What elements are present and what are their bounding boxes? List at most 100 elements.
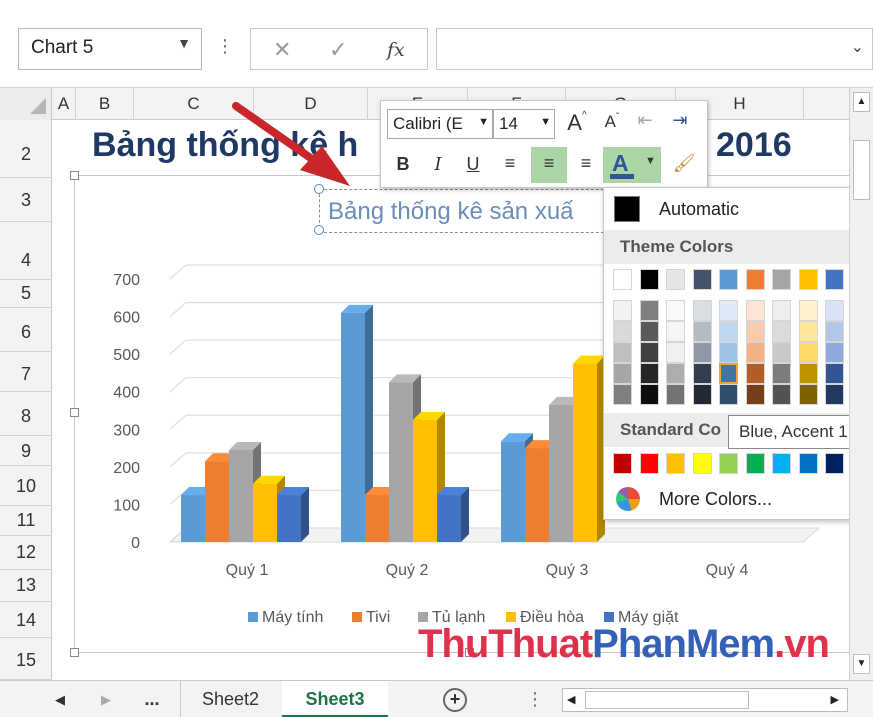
decrease-indent-icon[interactable]: ⇤ — [631, 110, 659, 140]
title-resize-handle[interactable] — [314, 225, 324, 235]
theme-shade-swatch[interactable] — [719, 300, 738, 321]
theme-shade-swatch[interactable] — [639, 300, 659, 321]
theme-shade-swatch[interactable] — [639, 363, 659, 384]
chevron-down-icon[interactable]: ▼ — [177, 35, 191, 51]
theme-shade-swatch[interactable] — [798, 342, 818, 363]
theme-shade-swatch[interactable] — [745, 321, 765, 342]
align-center-icon[interactable]: ≡ — [531, 147, 567, 183]
automatic-color-option[interactable]: Automatic — [659, 199, 739, 220]
theme-color-swatch[interactable] — [798, 269, 818, 290]
underline-button[interactable]: U — [459, 151, 487, 181]
sheet-title[interactable]: Bảng thống kê h — [92, 126, 358, 165]
theme-shade-swatch[interactable] — [745, 300, 765, 321]
format-painter-icon[interactable]: 🖌 — [669, 151, 699, 181]
theme-color-swatch[interactable] — [666, 269, 685, 290]
name-box[interactable]: Chart 5 ▼ — [18, 28, 202, 70]
more-sheets-button[interactable]: ... — [134, 681, 170, 717]
theme-shade-swatch[interactable] — [719, 384, 738, 405]
cancel-icon[interactable]: ✕ — [273, 37, 291, 63]
theme-color-swatch[interactable] — [613, 269, 632, 290]
theme-shade-swatch[interactable] — [666, 342, 685, 363]
column-header-c[interactable]: C — [134, 88, 254, 120]
theme-shade-swatch[interactable] — [613, 342, 632, 363]
row-header-3[interactable]: 3 — [0, 178, 52, 222]
theme-shade-swatch[interactable] — [639, 342, 659, 363]
standard-color-swatch[interactable] — [719, 453, 738, 474]
horizontal-scroll-thumb[interactable] — [585, 691, 749, 709]
row-header-7[interactable]: 7 — [0, 352, 52, 392]
scroll-left-icon[interactable]: ◀ — [567, 693, 575, 706]
scroll-up-button[interactable]: ▲ — [853, 92, 870, 112]
increase-indent-icon[interactable]: ⇥ — [665, 110, 695, 140]
standard-color-swatch[interactable] — [772, 453, 791, 474]
scroll-left-tab-icon[interactable]: ◀ — [46, 681, 74, 717]
theme-shade-swatch[interactable] — [772, 342, 791, 363]
align-right-icon[interactable]: ≡ — [571, 151, 601, 181]
more-options-icon[interactable]: ⋮ — [216, 36, 234, 57]
scroll-right-icon[interactable]: ▶ — [831, 693, 839, 706]
row-header-14[interactable]: 14 — [0, 602, 52, 638]
standard-color-swatch[interactable] — [825, 453, 844, 474]
column-header-b[interactable]: B — [76, 88, 134, 120]
chevron-down-icon[interactable]: ⌄ — [851, 37, 864, 57]
theme-shade-swatch[interactable] — [825, 342, 844, 363]
more-options-icon[interactable]: ⋮ — [526, 681, 544, 717]
theme-shade-swatch[interactable] — [825, 384, 844, 405]
chart-title[interactable]: Bảng thống kê sản xuấ — [328, 198, 574, 226]
standard-color-swatch[interactable] — [613, 453, 632, 474]
bold-button[interactable]: B — [389, 151, 417, 181]
chevron-down-icon[interactable]: ▼ — [540, 116, 551, 128]
column-header-d[interactable]: D — [254, 88, 368, 120]
theme-shade-swatch[interactable] — [719, 321, 738, 342]
horizontal-scrollbar[interactable]: ◀ ▶ — [562, 688, 848, 712]
font-name-box[interactable]: Calibri (E ▼ — [387, 109, 493, 139]
theme-shade-swatch[interactable] — [772, 363, 791, 384]
chart-resize-handle[interactable] — [70, 648, 79, 657]
row-header-6[interactable]: 6 — [0, 308, 52, 352]
theme-shade-swatch[interactable] — [745, 342, 765, 363]
column-header-a[interactable]: A — [52, 88, 76, 120]
theme-shade-swatch[interactable] — [613, 384, 632, 405]
theme-color-swatch[interactable] — [745, 269, 765, 290]
theme-shade-swatch[interactable] — [692, 363, 712, 384]
italic-button[interactable]: I — [425, 151, 451, 181]
chevron-down-icon[interactable]: ▼ — [478, 116, 489, 128]
row-header-8[interactable]: 8 — [0, 392, 52, 436]
theme-shade-swatch[interactable] — [666, 300, 685, 321]
row-header-2[interactable]: 2 — [0, 120, 52, 178]
theme-color-swatch[interactable] — [772, 269, 791, 290]
standard-color-swatch[interactable] — [798, 453, 818, 474]
theme-shade-swatch[interactable] — [798, 363, 818, 384]
standard-color-swatch[interactable] — [745, 453, 765, 474]
scroll-down-button[interactable]: ▼ — [853, 654, 870, 674]
theme-shade-swatch[interactable] — [745, 363, 765, 384]
automatic-color-swatch[interactable] — [614, 196, 640, 222]
theme-shade-swatch[interactable] — [798, 300, 818, 321]
theme-shade-swatch[interactable] — [666, 363, 685, 384]
sheet-title-year[interactable]: 2016 — [716, 126, 792, 165]
theme-shade-swatch[interactable] — [825, 300, 844, 321]
theme-shade-swatch[interactable] — [692, 300, 712, 321]
theme-shade-swatch[interactable] — [692, 384, 712, 405]
decrease-font-size-icon[interactable]: Aˇ — [599, 112, 625, 142]
theme-shade-swatch[interactable] — [798, 384, 818, 405]
row-header-5[interactable]: 5 — [0, 280, 52, 308]
theme-shade-swatch[interactable] — [772, 300, 791, 321]
row-header-11[interactable]: 11 — [0, 506, 52, 536]
theme-shade-swatch[interactable] — [692, 321, 712, 342]
row-header-12[interactable]: 12 — [0, 536, 52, 570]
scroll-thumb[interactable] — [853, 140, 870, 200]
standard-color-swatch[interactable] — [666, 453, 685, 474]
standard-color-swatch[interactable] — [692, 453, 712, 474]
title-resize-handle[interactable] — [314, 184, 324, 194]
standard-color-swatch[interactable] — [639, 453, 659, 474]
theme-shade-swatch[interactable] — [666, 321, 685, 342]
add-sheet-button[interactable]: + — [443, 688, 467, 712]
row-header-4[interactable]: 4 — [0, 222, 52, 280]
theme-shade-swatch[interactable] — [666, 384, 685, 405]
more-colors-option[interactable]: More Colors... — [659, 489, 772, 510]
enter-icon[interactable]: ✓ — [329, 37, 347, 63]
theme-shade-swatch[interactable] — [798, 321, 818, 342]
theme-shade-swatch[interactable] — [719, 342, 738, 363]
scroll-right-tab-icon[interactable]: ▶ — [92, 681, 120, 717]
